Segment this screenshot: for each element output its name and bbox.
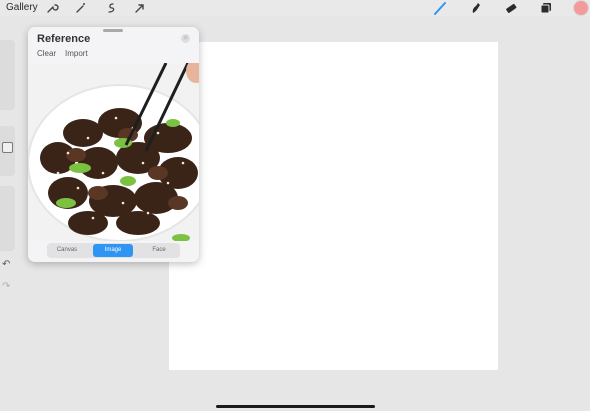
gallery-button[interactable]: Gallery (6, 2, 38, 13)
tab-face[interactable]: Face (139, 244, 179, 257)
wrench-icon[interactable] (45, 1, 59, 15)
reference-image (28, 63, 199, 241)
move-arrow-icon[interactable] (133, 1, 147, 15)
eraser-icon[interactable] (504, 1, 518, 15)
toolbar: Gallery (0, 0, 590, 16)
drag-handle[interactable] (103, 29, 123, 32)
brush-icon[interactable] (433, 1, 447, 15)
opacity-slider[interactable] (0, 186, 15, 251)
import-button[interactable]: Import (65, 49, 88, 58)
color-picker-swatch[interactable] (573, 0, 589, 16)
drawing-canvas[interactable] (169, 42, 498, 370)
layers-icon[interactable] (539, 1, 553, 15)
tab-canvas[interactable]: Canvas (47, 244, 87, 257)
reference-mode-segmented-control: Canvas Image Face (47, 243, 180, 258)
close-icon[interactable]: ✕ (181, 34, 190, 43)
selection-icon[interactable] (104, 1, 118, 15)
redo-icon[interactable]: ↷ (2, 281, 10, 292)
reference-panel: Reference ✕ Clear Import Canvas Image Fa… (28, 27, 199, 262)
tab-image[interactable]: Image (93, 244, 133, 257)
modify-button[interactable] (2, 142, 13, 153)
panel-title: Reference (37, 33, 91, 45)
undo-icon[interactable]: ↶ (2, 259, 10, 270)
clear-button[interactable]: Clear (37, 49, 56, 58)
home-indicator (216, 405, 375, 408)
brush-size-slider[interactable] (0, 40, 15, 110)
smudge-icon[interactable] (469, 1, 483, 15)
magic-wand-icon[interactable] (74, 1, 88, 15)
